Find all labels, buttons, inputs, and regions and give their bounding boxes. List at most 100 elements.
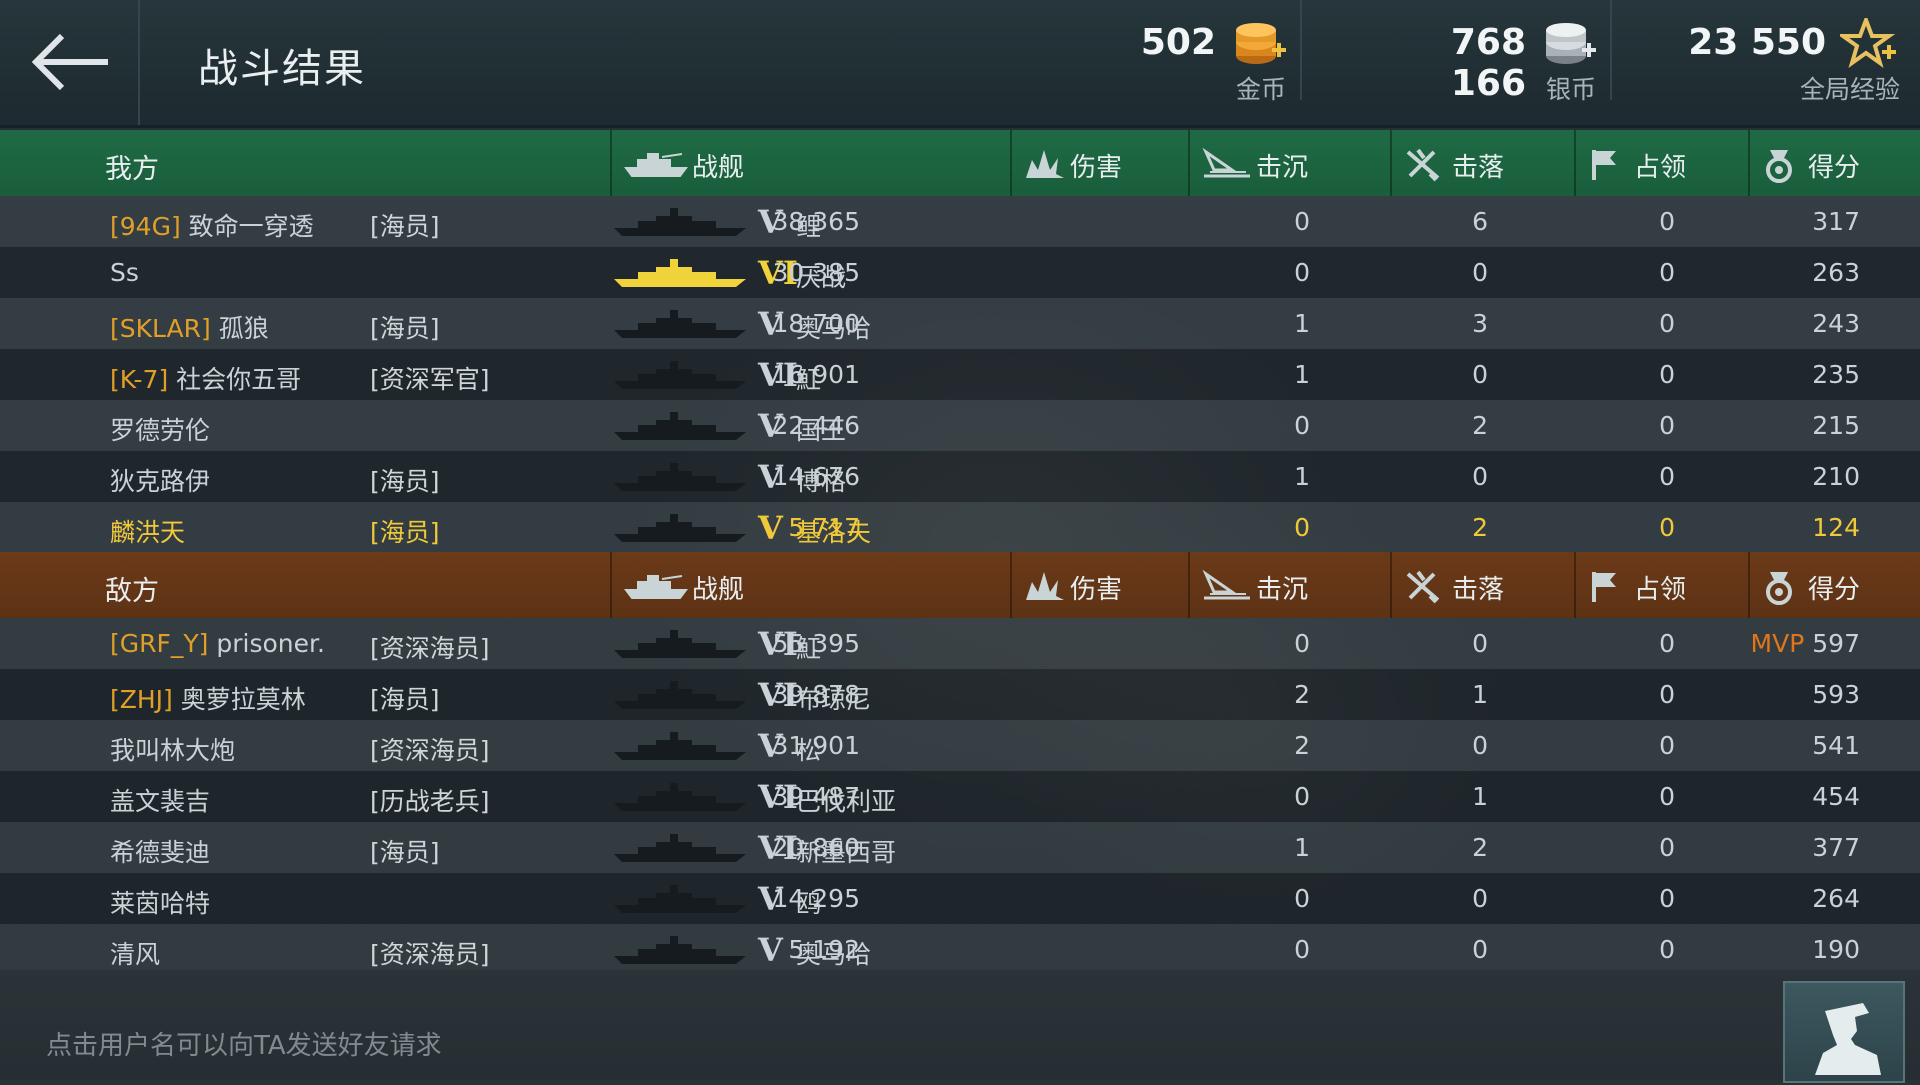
player-row[interactable]: [SKLAR] 孤狼 [海员] V 奥马哈 18 700 1 3 0 243 bbox=[0, 298, 1920, 349]
player-row[interactable]: 狄克路伊 [海员] V 博格 14 676 1 0 0 210 bbox=[0, 451, 1920, 502]
player-name-link[interactable]: 盖文裴吉 bbox=[110, 782, 210, 818]
capture-value: 0 bbox=[1659, 833, 1675, 862]
player-name-link[interactable]: 麟洪天 bbox=[110, 513, 185, 549]
column-damage[interactable]: 伤害 bbox=[1010, 130, 1190, 196]
player-row[interactable]: 希德斐迪 [海员] VI 新墨西哥 20 860 1 2 0 377 bbox=[0, 822, 1920, 873]
player-rank: [资深军官] bbox=[370, 365, 490, 394]
shot-down-value: 2 bbox=[1472, 411, 1488, 440]
sink-value: 1 bbox=[1294, 833, 1310, 862]
player-rank: [历战老兵] bbox=[370, 787, 490, 816]
score-value: 235 bbox=[1812, 360, 1860, 389]
back-arrow-icon bbox=[31, 33, 108, 91]
ship-silhouette-icon bbox=[614, 310, 746, 338]
player-row[interactable]: 莱茵哈特 V 鸥 14 295 0 0 0 264 bbox=[0, 873, 1920, 924]
ship-silhouette-icon bbox=[614, 514, 746, 542]
player-row[interactable]: 盖文裴吉 [历战老兵] VI 巴伐利亚 39 487 0 1 0 454 bbox=[0, 771, 1920, 822]
player-name-link[interactable]: [SKLAR] 孤狼 bbox=[110, 309, 269, 345]
enemy-team-header: 敌方 战舰 伤害 击沉 击落 占领 得分 bbox=[0, 552, 1920, 618]
captain-profile-button[interactable] bbox=[1783, 981, 1905, 1083]
sink-value: 1 bbox=[1294, 360, 1310, 389]
medal-icon bbox=[1766, 150, 1792, 183]
player-name-link[interactable]: 莱茵哈特 bbox=[110, 884, 210, 920]
silver-coins-icon[interactable] bbox=[1542, 22, 1598, 70]
player-row[interactable]: [ZHJ] 奥萝拉莫林 [海员] VI 布琼尼 39 878 2 1 0 593 bbox=[0, 669, 1920, 720]
column-shot-down[interactable]: 击落 bbox=[1390, 130, 1576, 196]
score-cell: 235 bbox=[1812, 360, 1860, 389]
score-cell: 190 bbox=[1812, 935, 1860, 964]
ship-silhouette-icon bbox=[614, 681, 746, 709]
player-row[interactable]: 我叫林大炮 [资深海员] V 松 31 901 2 0 0 541 bbox=[0, 720, 1920, 771]
flag-icon bbox=[1592, 150, 1616, 180]
friendly-team-title: 我方 bbox=[105, 154, 159, 185]
shot-down-value: 3 bbox=[1472, 309, 1488, 338]
column-score[interactable]: 得分 bbox=[1748, 130, 1920, 196]
ship-silhouette-icon bbox=[614, 259, 746, 287]
gold-coins-icon[interactable] bbox=[1232, 22, 1288, 70]
player-name-link[interactable]: 我叫林大炮 bbox=[110, 731, 235, 767]
column-score[interactable]: 得分 bbox=[1748, 552, 1920, 618]
player-name-link[interactable]: [ZHJ] 奥萝拉莫林 bbox=[110, 680, 306, 716]
player-name-link[interactable]: 希德斐迪 bbox=[110, 833, 210, 869]
damage-value: 38 365 bbox=[772, 207, 860, 236]
sinking-ship-icon bbox=[1202, 570, 1250, 600]
clan-tag: [ZHJ] bbox=[110, 685, 173, 714]
column-capture[interactable]: 占领 bbox=[1574, 552, 1750, 618]
damage-value: 16 901 bbox=[772, 360, 860, 389]
player-row[interactable]: 清风 [资深海员] V 奥马哈 5 192 0 0 0 190 bbox=[0, 924, 1920, 975]
plane-shot-down-icon bbox=[1406, 570, 1440, 604]
column-score-label: 得分 bbox=[1808, 153, 1861, 183]
sink-value: 2 bbox=[1294, 731, 1310, 760]
explosion-icon bbox=[1026, 150, 1064, 178]
sink-value: 1 bbox=[1294, 309, 1310, 338]
capture-value: 0 bbox=[1659, 629, 1675, 658]
damage-value: 14 676 bbox=[772, 462, 860, 491]
star-exp-icon[interactable] bbox=[1840, 18, 1900, 70]
damage-value: 5 717 bbox=[788, 513, 860, 542]
sink-value: 1 bbox=[1294, 462, 1310, 491]
player-row[interactable]: [94G] 致命一穿透 [海员] V 鲤 38 365 0 6 0 317 bbox=[0, 196, 1920, 247]
player-name: 社会你五哥 bbox=[176, 365, 302, 394]
column-sink[interactable]: 击沉 bbox=[1188, 552, 1392, 618]
gold-label: 金币 bbox=[1235, 75, 1286, 104]
score-cell: 454 bbox=[1812, 782, 1860, 811]
player-name-link[interactable]: Ss bbox=[110, 258, 139, 287]
back-button[interactable] bbox=[0, 0, 140, 125]
shot-down-value: 0 bbox=[1472, 935, 1488, 964]
player-name-link[interactable]: [94G] 致命一穿透 bbox=[110, 207, 314, 243]
flag-icon bbox=[1592, 572, 1616, 602]
player-name: 希德斐迪 bbox=[110, 838, 211, 867]
column-sink[interactable]: 击沉 bbox=[1188, 130, 1392, 196]
player-name-link[interactable]: [K-7] 社会你五哥 bbox=[110, 360, 301, 396]
divider bbox=[1300, 0, 1302, 100]
player-name: prisoner. bbox=[216, 629, 325, 658]
shot-down-value: 2 bbox=[1472, 513, 1488, 542]
capture-value: 0 bbox=[1659, 680, 1675, 709]
player-row[interactable]: Ss VI 厌战 30 385 0 0 0 263 bbox=[0, 247, 1920, 298]
column-shot-down-label: 击落 bbox=[1452, 575, 1505, 605]
player-row[interactable]: [K-7] 社会你五哥 [资深军官] VI 魟 16 901 1 0 0 235 bbox=[0, 349, 1920, 400]
player-row[interactable]: 麟洪天 [海员] V 基洛夫 5 717 0 2 0 124 bbox=[0, 502, 1920, 553]
player-name-link[interactable]: [GRF_Y] prisoner. bbox=[110, 629, 325, 658]
player-name-link[interactable]: 狄克路伊 bbox=[110, 462, 210, 498]
capture-value: 0 bbox=[1659, 207, 1675, 236]
player-name: 狄克路伊 bbox=[110, 467, 211, 496]
player-row[interactable]: [GRF_Y] prisoner. [资深海员] VI 魟 55 395 0 0 0 MVP 59… bbox=[0, 618, 1920, 669]
column-capture[interactable]: 占领 bbox=[1574, 130, 1750, 196]
column-shot-down[interactable]: 击落 bbox=[1390, 552, 1576, 618]
shot-down-value: 0 bbox=[1472, 884, 1488, 913]
player-row[interactable]: 罗德劳伦 V 国王 22 446 0 2 0 215 bbox=[0, 400, 1920, 451]
silver-display: 768 166 银币 bbox=[1380, 0, 1610, 104]
sink-value: 0 bbox=[1294, 207, 1310, 236]
sink-value: 0 bbox=[1294, 935, 1310, 964]
column-ship[interactable]: 战舰 bbox=[610, 130, 1012, 196]
player-name-link[interactable]: 清风 bbox=[110, 935, 160, 971]
score-cell: 263 bbox=[1812, 258, 1860, 287]
column-ship[interactable]: 战舰 bbox=[610, 552, 1012, 618]
medal-icon bbox=[1766, 572, 1792, 605]
capture-value: 0 bbox=[1659, 258, 1675, 287]
global-exp-label: 全局经验 bbox=[1799, 75, 1900, 104]
player-name-link[interactable]: 罗德劳伦 bbox=[110, 411, 210, 447]
column-damage[interactable]: 伤害 bbox=[1010, 552, 1190, 618]
explosion-icon bbox=[1026, 572, 1064, 600]
score-cell: 593 bbox=[1812, 680, 1860, 709]
